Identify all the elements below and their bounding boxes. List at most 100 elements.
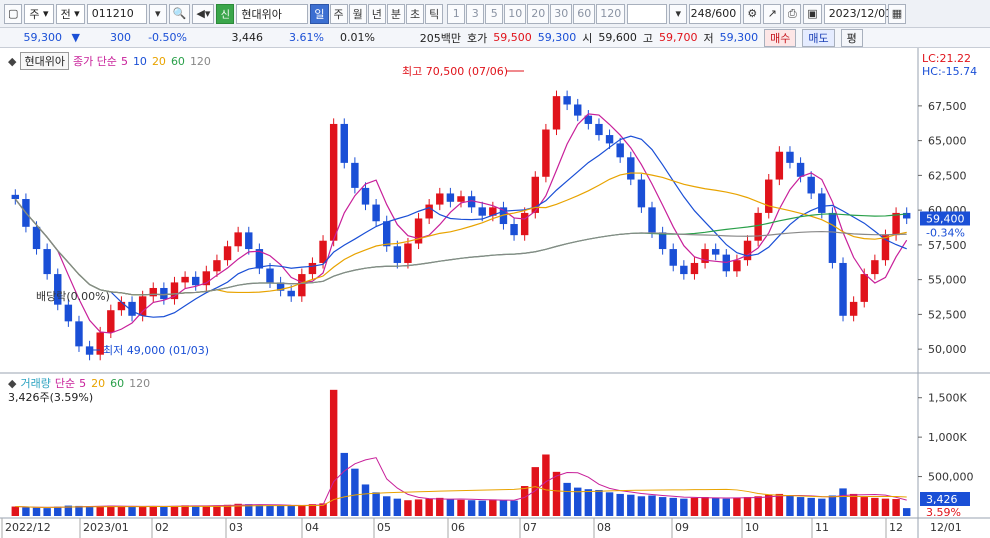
volume-legend-icon[interactable]: ◆ xyxy=(8,377,16,390)
volume-bar xyxy=(542,454,550,516)
volume-bar xyxy=(722,498,731,516)
candle-body xyxy=(425,204,433,219)
period-tab[interactable]: 분 xyxy=(386,3,406,24)
draw-tool-icon[interactable]: ↗ xyxy=(763,3,782,24)
legend-stock-name[interactable]: 현대위아 xyxy=(20,52,69,70)
date-field[interactable]: 2023/12/01 xyxy=(823,3,892,24)
interval-dropdown-icon[interactable]: ▾ xyxy=(669,3,688,24)
candle-body xyxy=(733,260,741,272)
volume-bar xyxy=(828,495,837,516)
volume-bar xyxy=(701,497,709,516)
volume-bar xyxy=(404,500,412,516)
candle-body xyxy=(807,176,815,194)
volume-bar xyxy=(85,506,94,516)
legend-ma-item[interactable]: 120 xyxy=(190,55,211,68)
legend-ma-item[interactable]: 10 xyxy=(133,55,147,68)
candle-body xyxy=(181,276,189,283)
legend-ma-item[interactable]: 20 xyxy=(152,55,166,68)
volume-bar xyxy=(117,506,126,516)
volume-legend-ma-item[interactable]: 60 xyxy=(110,377,124,390)
interval-tab[interactable]: 60 xyxy=(573,3,596,24)
eval-button[interactable]: 평 xyxy=(840,28,863,47)
interval-custom-input[interactable] xyxy=(627,3,668,24)
volume-bar xyxy=(796,497,805,516)
volume-bar xyxy=(637,496,646,516)
candle-body xyxy=(213,260,221,272)
interval-tab[interactable]: 5 xyxy=(485,3,504,24)
volume-bar xyxy=(202,505,211,516)
stock-chart[interactable]: 67,50065,00062,50060,00057,50055,00052,5… xyxy=(0,48,990,538)
volume-bar xyxy=(96,506,104,516)
volume-axis-label: 1,000K xyxy=(928,431,967,444)
candle-body xyxy=(711,249,720,255)
candle-body xyxy=(457,196,465,202)
high-annotation: 최고 70,500 (07/06) xyxy=(402,65,508,78)
volume-bar xyxy=(276,505,285,516)
period-tab[interactable]: 초 xyxy=(406,3,425,24)
interval-tab[interactable]: 3 xyxy=(466,3,485,24)
volume-bar xyxy=(128,506,136,516)
period-tab[interactable]: 월 xyxy=(348,3,367,24)
current-price-label: 59,400 xyxy=(926,212,965,225)
candle-body xyxy=(393,246,402,263)
candle-body xyxy=(64,304,73,322)
count-field[interactable]: 248/600 xyxy=(689,3,742,24)
period-tab[interactable]: 일 xyxy=(310,3,329,24)
calendar-icon[interactable]: ▦ xyxy=(887,3,907,24)
legend-collapse-icon[interactable]: ◆ xyxy=(8,55,16,68)
volume-bar xyxy=(648,495,656,516)
volume-bar xyxy=(340,452,348,516)
volume-bar xyxy=(329,389,338,516)
volume-bar xyxy=(446,499,455,516)
candle-body xyxy=(287,290,295,297)
interval-tab[interactable]: 1 xyxy=(447,3,466,24)
interval-tab[interactable]: 30 xyxy=(550,3,573,24)
x-axis-label: 05 xyxy=(377,521,391,534)
legend-ma-item[interactable]: 60 xyxy=(171,55,185,68)
prefix-select[interactable]: 전 ▾ xyxy=(55,3,85,24)
period-tab[interactable]: 주 xyxy=(329,3,348,24)
volume-legend-ma-item[interactable]: 120 xyxy=(129,377,150,390)
search-icon[interactable]: 🔍 xyxy=(168,3,191,24)
x-axis-label: 06 xyxy=(451,521,465,534)
candle-body xyxy=(351,162,359,188)
code-dropdown-icon[interactable]: ▾ xyxy=(148,3,167,24)
low-annotation: 최저 49,000 (01/03) xyxy=(103,344,209,357)
window-icon[interactable]: ▢ xyxy=(4,3,23,24)
volume-bar xyxy=(22,507,30,516)
save-icon[interactable]: ▣ xyxy=(803,3,822,24)
interval-tab[interactable]: 20 xyxy=(527,3,550,24)
x-axis-label: 04 xyxy=(305,521,319,534)
legend-ma-title: 종가 단순 xyxy=(72,55,117,68)
interval-tab[interactable]: 120 xyxy=(596,3,626,24)
period-tab[interactable]: 년 xyxy=(367,3,386,24)
candle-body xyxy=(849,301,858,316)
volume-bar xyxy=(287,505,295,516)
volume-legend-ma-item[interactable]: 20 xyxy=(91,377,105,390)
speaker-icon[interactable]: ◀▾ xyxy=(192,3,215,24)
candle-body xyxy=(308,262,317,275)
sell-button[interactable]: 매도 xyxy=(802,28,835,47)
volume-bar xyxy=(765,494,773,516)
legend-ma-item[interactable]: 5 xyxy=(121,55,128,68)
volume-legend-ma-item[interactable]: 5 xyxy=(79,377,86,390)
interval-tabs: 1 3 5 10 20 30 60 120 xyxy=(447,3,626,24)
print-icon[interactable]: ⎙ xyxy=(783,3,802,24)
candle-body xyxy=(818,193,826,213)
volume-bar xyxy=(414,499,423,516)
volume-bar xyxy=(860,497,868,516)
stock-code-input[interactable]: 011210 xyxy=(86,3,147,24)
interval-tab[interactable]: 10 xyxy=(504,3,527,24)
settings-icon[interactable]: ⚙ xyxy=(743,3,762,24)
volume-bar xyxy=(457,499,465,516)
volume-bar xyxy=(361,484,370,516)
x-axis-label: 2022/12 xyxy=(5,521,51,534)
volume-bar xyxy=(902,508,911,516)
period-tab[interactable]: 틱 xyxy=(425,3,444,24)
candle-body xyxy=(892,212,900,236)
current-volume-pct: 3.59% xyxy=(926,506,961,519)
volume-bar xyxy=(520,486,529,516)
buy-button[interactable]: 매수 xyxy=(764,28,797,47)
market-type-select[interactable]: 주 ▾ xyxy=(24,3,54,24)
candle-body xyxy=(404,243,412,263)
